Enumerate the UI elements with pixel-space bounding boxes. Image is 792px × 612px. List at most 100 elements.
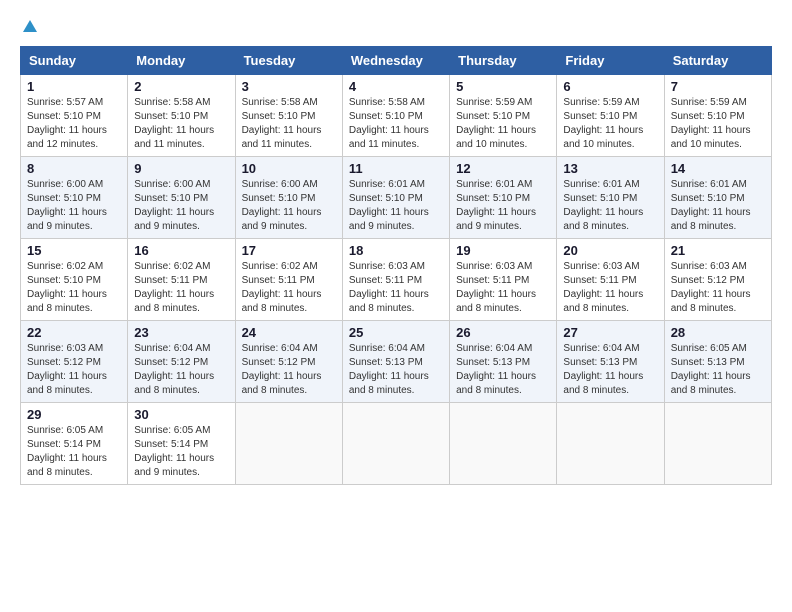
day-number: 6 [563,79,657,94]
day-number: 17 [242,243,336,258]
sunset-text: Sunset: 5:14 PM [134,439,208,450]
calendar-day-cell: 21 Sunrise: 6:03 AM Sunset: 5:12 PM Dayl… [664,239,771,321]
calendar-header-row: SundayMondayTuesdayWednesdayThursdayFrid… [21,47,772,75]
sunset-text: Sunset: 5:10 PM [27,111,101,122]
daylight-text: Daylight: 11 hours and 9 minutes. [134,207,214,232]
sunset-text: Sunset: 5:10 PM [563,193,637,204]
day-number: 18 [349,243,443,258]
sunset-text: Sunset: 5:13 PM [349,357,423,368]
daylight-text: Daylight: 11 hours and 9 minutes. [456,207,536,232]
day-number: 3 [242,79,336,94]
sunrise-text: Sunrise: 6:05 AM [134,425,210,436]
calendar-day-cell: 9 Sunrise: 6:00 AM Sunset: 5:10 PM Dayli… [128,157,235,239]
daylight-text: Daylight: 11 hours and 8 minutes. [242,289,322,314]
sunrise-text: Sunrise: 5:58 AM [134,97,210,108]
day-number: 16 [134,243,228,258]
calendar-day-cell: 27 Sunrise: 6:04 AM Sunset: 5:13 PM Dayl… [557,321,664,403]
calendar-day-cell: 30 Sunrise: 6:05 AM Sunset: 5:14 PM Dayl… [128,403,235,485]
day-info: Sunrise: 6:02 AM Sunset: 5:11 PM Dayligh… [134,260,228,316]
calendar-week-row: 1 Sunrise: 5:57 AM Sunset: 5:10 PM Dayli… [21,75,772,157]
sunrise-text: Sunrise: 6:05 AM [671,343,747,354]
sunset-text: Sunset: 5:10 PM [349,111,423,122]
day-number: 27 [563,325,657,340]
day-info: Sunrise: 6:03 AM Sunset: 5:12 PM Dayligh… [671,260,765,316]
daylight-text: Daylight: 11 hours and 8 minutes. [456,289,536,314]
daylight-text: Daylight: 11 hours and 8 minutes. [563,207,643,232]
sunrise-text: Sunrise: 6:05 AM [27,425,103,436]
day-info: Sunrise: 6:04 AM Sunset: 5:12 PM Dayligh… [242,342,336,398]
day-info: Sunrise: 6:04 AM Sunset: 5:13 PM Dayligh… [349,342,443,398]
daylight-text: Daylight: 11 hours and 8 minutes. [671,207,751,232]
day-info: Sunrise: 6:03 AM Sunset: 5:12 PM Dayligh… [27,342,121,398]
day-info: Sunrise: 6:04 AM Sunset: 5:13 PM Dayligh… [563,342,657,398]
sunrise-text: Sunrise: 6:01 AM [671,179,747,190]
calendar-day-cell [235,403,342,485]
sunset-text: Sunset: 5:11 PM [349,275,422,286]
sunrise-text: Sunrise: 6:04 AM [349,343,425,354]
day-number: 23 [134,325,228,340]
calendar-day-cell: 7 Sunrise: 5:59 AM Sunset: 5:10 PM Dayli… [664,75,771,157]
calendar-table: SundayMondayTuesdayWednesdayThursdayFrid… [20,46,772,485]
sunset-text: Sunset: 5:10 PM [456,193,530,204]
calendar-day-cell: 16 Sunrise: 6:02 AM Sunset: 5:11 PM Dayl… [128,239,235,321]
calendar-day-cell: 2 Sunrise: 5:58 AM Sunset: 5:10 PM Dayli… [128,75,235,157]
daylight-text: Daylight: 11 hours and 8 minutes. [349,289,429,314]
calendar-day-cell: 18 Sunrise: 6:03 AM Sunset: 5:11 PM Dayl… [342,239,449,321]
day-info: Sunrise: 6:01 AM Sunset: 5:10 PM Dayligh… [456,178,550,234]
weekday-header: Monday [128,47,235,75]
day-number: 25 [349,325,443,340]
sunrise-text: Sunrise: 6:03 AM [349,261,425,272]
sunset-text: Sunset: 5:13 PM [456,357,530,368]
calendar-day-cell: 14 Sunrise: 6:01 AM Sunset: 5:10 PM Dayl… [664,157,771,239]
daylight-text: Daylight: 11 hours and 8 minutes. [349,371,429,396]
daylight-text: Daylight: 11 hours and 9 minutes. [242,207,322,232]
calendar-day-cell: 3 Sunrise: 5:58 AM Sunset: 5:10 PM Dayli… [235,75,342,157]
sunset-text: Sunset: 5:11 PM [456,275,529,286]
sunset-text: Sunset: 5:12 PM [134,357,208,368]
day-info: Sunrise: 5:58 AM Sunset: 5:10 PM Dayligh… [242,96,336,152]
weekday-header: Thursday [450,47,557,75]
sunrise-text: Sunrise: 6:01 AM [563,179,639,190]
day-info: Sunrise: 6:04 AM Sunset: 5:12 PM Dayligh… [134,342,228,398]
day-info: Sunrise: 6:05 AM Sunset: 5:14 PM Dayligh… [27,424,121,480]
sunrise-text: Sunrise: 5:59 AM [671,97,747,108]
sunrise-text: Sunrise: 6:00 AM [134,179,210,190]
sunset-text: Sunset: 5:10 PM [349,193,423,204]
day-number: 9 [134,161,228,176]
logo [20,20,37,36]
weekday-header: Wednesday [342,47,449,75]
day-info: Sunrise: 6:01 AM Sunset: 5:10 PM Dayligh… [349,178,443,234]
day-info: Sunrise: 6:03 AM Sunset: 5:11 PM Dayligh… [349,260,443,316]
day-number: 15 [27,243,121,258]
weekday-header: Saturday [664,47,771,75]
day-number: 22 [27,325,121,340]
day-number: 29 [27,407,121,422]
sunset-text: Sunset: 5:11 PM [242,275,315,286]
calendar-week-row: 15 Sunrise: 6:02 AM Sunset: 5:10 PM Dayl… [21,239,772,321]
calendar-week-row: 8 Sunrise: 6:00 AM Sunset: 5:10 PM Dayli… [21,157,772,239]
sunset-text: Sunset: 5:12 PM [27,357,101,368]
page-header [20,20,772,36]
day-number: 12 [456,161,550,176]
sunset-text: Sunset: 5:13 PM [671,357,745,368]
day-number: 7 [671,79,765,94]
sunset-text: Sunset: 5:11 PM [563,275,636,286]
day-info: Sunrise: 5:59 AM Sunset: 5:10 PM Dayligh… [456,96,550,152]
calendar-day-cell [557,403,664,485]
daylight-text: Daylight: 11 hours and 11 minutes. [242,125,322,150]
daylight-text: Daylight: 11 hours and 8 minutes. [456,371,536,396]
daylight-text: Daylight: 11 hours and 8 minutes. [134,371,214,396]
daylight-text: Daylight: 11 hours and 10 minutes. [563,125,643,150]
day-number: 26 [456,325,550,340]
calendar-day-cell: 20 Sunrise: 6:03 AM Sunset: 5:11 PM Dayl… [557,239,664,321]
daylight-text: Daylight: 11 hours and 8 minutes. [27,289,107,314]
day-info: Sunrise: 6:00 AM Sunset: 5:10 PM Dayligh… [27,178,121,234]
day-number: 8 [27,161,121,176]
sunset-text: Sunset: 5:10 PM [27,193,101,204]
day-info: Sunrise: 5:58 AM Sunset: 5:10 PM Dayligh… [349,96,443,152]
sunrise-text: Sunrise: 6:03 AM [456,261,532,272]
sunrise-text: Sunrise: 6:03 AM [27,343,103,354]
sunset-text: Sunset: 5:10 PM [242,193,316,204]
day-number: 11 [349,161,443,176]
daylight-text: Daylight: 11 hours and 8 minutes. [134,289,214,314]
